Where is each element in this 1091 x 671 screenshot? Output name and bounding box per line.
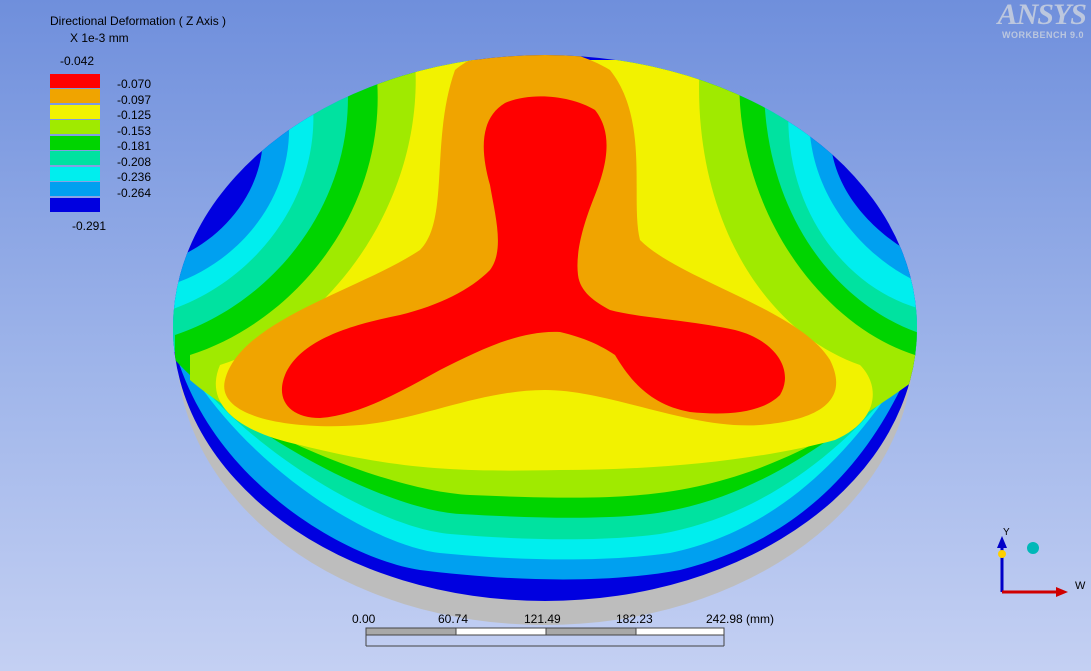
legend-max-value: -0.042 [60, 54, 95, 68]
result-units: X 1e-3 mm [70, 31, 129, 45]
logo-brand: ANSYS [997, 0, 1087, 31]
legend-swatch [50, 182, 100, 196]
contour-bands [173, 55, 917, 601]
legend-label: -0.097 [117, 93, 152, 107]
legend-label: -0.125 [117, 108, 152, 122]
legend-label: -0.070 [117, 77, 152, 91]
ansys-logo: ANSYS WORKBENCH 9.0 [997, 0, 1087, 40]
legend-label: -0.153 [117, 124, 152, 138]
logo-product: WORKBENCH 9.0 [1001, 30, 1084, 40]
triad-x-label: W [1075, 580, 1086, 592]
legend-swatch [50, 120, 100, 134]
scale-label: 182.23 [616, 612, 653, 626]
result-title: Directional Deformation ( Z Axis ) [50, 14, 227, 28]
legend-label: -0.208 [117, 155, 152, 169]
legend-label: -0.181 [117, 139, 152, 153]
scale-label: 121.49 [524, 612, 561, 626]
scale-label: 0.00 [352, 612, 376, 626]
legend-swatch [50, 74, 100, 88]
legend-min-value: -0.291 [72, 219, 107, 233]
legend-swatch [50, 198, 100, 212]
scale-label: 60.74 [438, 612, 469, 626]
contour-plot[interactable] [0, 0, 1091, 671]
legend-swatch [50, 105, 100, 119]
legend-swatch [50, 136, 100, 150]
legend-swatch [50, 167, 100, 181]
graphics-viewport[interactable]: Directional Deformation ( Z Axis ) X 1e-… [0, 0, 1091, 671]
scale-label: 242.98 (mm) [706, 612, 775, 626]
triad-y-label: Y [1003, 527, 1010, 538]
legend-label: -0.236 [117, 170, 152, 184]
legend-label: -0.264 [117, 186, 152, 200]
legend-swatch [50, 151, 100, 165]
legend-swatch [50, 89, 100, 103]
